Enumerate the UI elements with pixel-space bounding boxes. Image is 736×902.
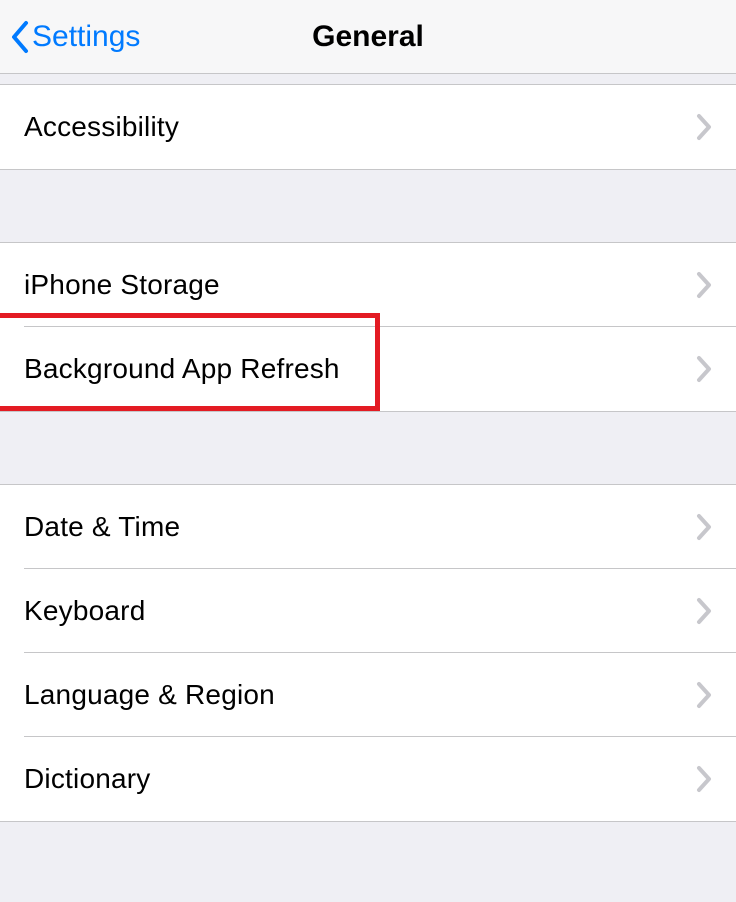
section-gap: [0, 412, 736, 484]
section-gap: [0, 74, 736, 84]
chevron-right-icon: [696, 271, 712, 299]
row-label: Language & Region: [24, 679, 275, 711]
settings-group-storage: iPhone Storage Background App Refresh: [0, 242, 736, 412]
settings-group-accessibility: Accessibility: [0, 84, 736, 170]
row-background-app-refresh[interactable]: Background App Refresh: [0, 327, 736, 411]
settings-group-system: Date & Time Keyboard Language & Region D…: [0, 484, 736, 822]
section-gap: [0, 822, 736, 894]
back-button-label: Settings: [32, 20, 140, 54]
row-iphone-storage[interactable]: iPhone Storage: [0, 243, 736, 327]
navigation-bar: Settings General: [0, 0, 736, 74]
row-label: Background App Refresh: [24, 353, 340, 385]
row-label: iPhone Storage: [24, 269, 220, 301]
section-gap: [0, 170, 736, 242]
row-dictionary[interactable]: Dictionary: [0, 737, 736, 821]
row-label: Accessibility: [24, 111, 179, 143]
chevron-right-icon: [696, 681, 712, 709]
chevron-right-icon: [696, 513, 712, 541]
chevron-right-icon: [696, 597, 712, 625]
row-keyboard[interactable]: Keyboard: [0, 569, 736, 653]
chevron-right-icon: [696, 355, 712, 383]
page-title: General: [312, 20, 424, 54]
row-language-region[interactable]: Language & Region: [0, 653, 736, 737]
chevron-right-icon: [696, 765, 712, 793]
chevron-right-icon: [696, 113, 712, 141]
chevron-left-icon: [10, 19, 30, 55]
row-accessibility[interactable]: Accessibility: [0, 85, 736, 169]
back-button[interactable]: Settings: [10, 19, 140, 55]
row-date-time[interactable]: Date & Time: [0, 485, 736, 569]
row-label: Keyboard: [24, 595, 145, 627]
row-label: Date & Time: [24, 511, 180, 543]
row-label: Dictionary: [24, 763, 150, 795]
